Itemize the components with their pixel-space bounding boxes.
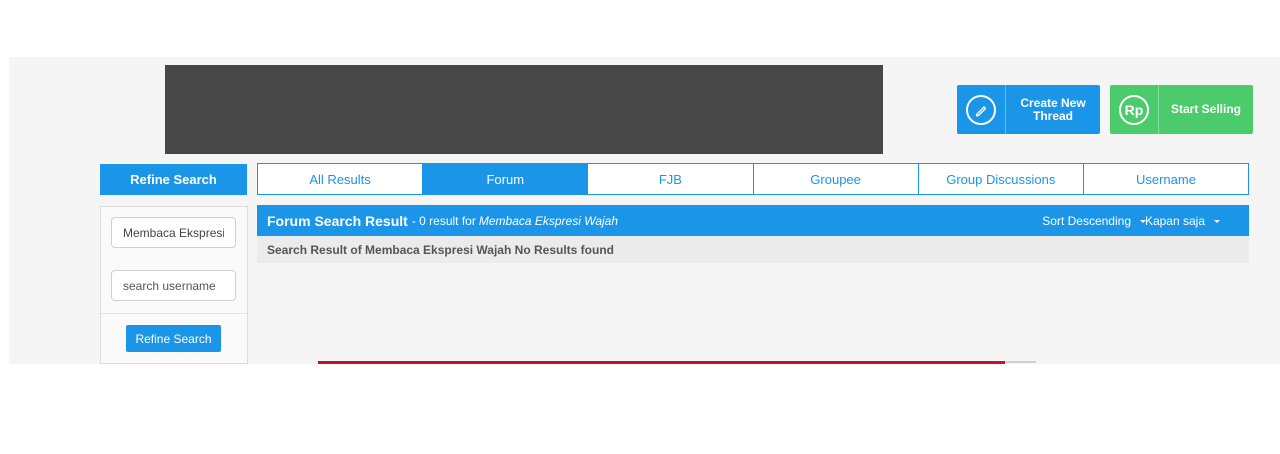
refine-search-panel: Refine Search — [100, 206, 248, 364]
result-summary: - 0 result for — [411, 213, 476, 228]
rupiah-icon: Rp — [1110, 85, 1159, 134]
refine-search-heading: Refine Search — [100, 164, 247, 195]
tab-username[interactable]: Username — [1082, 164, 1248, 194]
rupiah-icon-text: Rp — [1119, 94, 1149, 125]
pencil-icon — [957, 85, 1006, 134]
result-header: Forum Search Result - 0 result for Memba… — [257, 205, 1249, 236]
result-title: Forum Search Result — [267, 212, 408, 229]
sort-label: Sort Descending — [1042, 213, 1131, 228]
caret-down-icon — [1214, 219, 1220, 223]
bottom-grey-bar — [1005, 361, 1036, 363]
keyword-input[interactable] — [111, 217, 236, 248]
time-filter-label: Kapan saja — [1144, 213, 1205, 228]
tab-forum[interactable]: Forum — [422, 164, 588, 194]
create-new-thread-button[interactable]: Create New Thread — [957, 85, 1100, 134]
username-search-input[interactable] — [111, 270, 236, 301]
tab-fjb[interactable]: FJB — [587, 164, 752, 194]
tab-groupee[interactable]: Groupee — [752, 164, 918, 194]
create-thread-line1: Create New — [1020, 95, 1086, 110]
refine-search-button[interactable]: Refine Search — [126, 325, 221, 352]
result-tabs: All Results Forum FJB Groupee Group Disc… — [257, 163, 1249, 195]
tab-group-discussions[interactable]: Group Discussions — [917, 164, 1083, 194]
divider — [101, 313, 247, 314]
result-query: Membaca Ekspresi Wajah — [478, 213, 619, 228]
time-filter-dropdown[interactable]: Kapan saja — [1145, 214, 1220, 228]
start-selling-label: Start Selling — [1170, 102, 1241, 116]
tab-all-results[interactable]: All Results — [258, 164, 422, 194]
no-results-text: Search Result of Membaca Ekspresi Wajah … — [267, 242, 614, 257]
sort-dropdown[interactable]: Sort Descending — [1042, 214, 1146, 228]
create-thread-line2: Thread — [1032, 108, 1073, 123]
start-selling-button[interactable]: Rp Start Selling — [1110, 85, 1253, 134]
ad-banner[interactable] — [165, 65, 883, 154]
create-new-thread-label: Create New Thread — [1006, 95, 1100, 123]
bottom-red-bar — [318, 361, 1005, 364]
no-results-message: Search Result of Membaca Ekspresi Wajah … — [257, 236, 1249, 263]
